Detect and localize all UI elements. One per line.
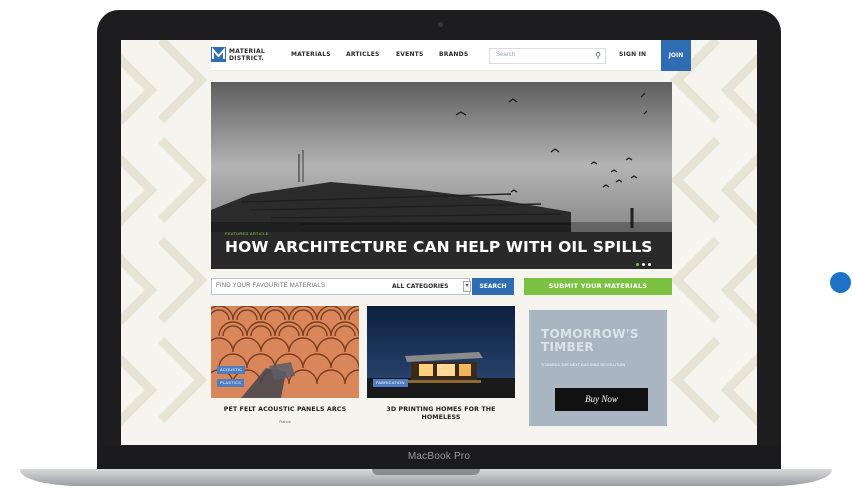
ad-title: TOMORROW'S TIMBER [541,328,639,353]
nav-link-materials[interactable]: MATERIALS [291,51,331,58]
join-button[interactable]: JOIN [661,40,691,71]
tomorrows-timber-ad[interactable]: TOMORROW'S TIMBER TOWARDS THE NEXT BUILD… [529,310,667,426]
submit-materials-button[interactable]: SUBMIT YOUR MATERIALS [524,278,672,295]
camera-dot [438,22,443,27]
nav-link-articles[interactable]: ARTICLES [346,51,380,58]
carousel-dot-2[interactable] [642,263,645,266]
featured-article-label: FEATURED ARTICLE [225,231,269,236]
sign-in-link[interactable]: SIGN IN [619,51,646,58]
ad-subtitle: TOWARDS THE NEXT BUILDING REVOLUTION [541,363,626,367]
search-icon[interactable]: ⚲ [595,52,601,60]
search-placeholder: Search [496,52,516,58]
nav-link-events[interactable]: EVENTS [396,51,423,58]
article-card-3d-printing[interactable]: FABRICATION 3D PRINTING HOMES FOR THE HO… [367,306,515,422]
card-image-3d-printing[interactable]: FABRICATION [367,306,515,398]
card-tag[interactable]: FABRICATION [373,379,408,387]
carousel-indicators [636,253,654,269]
card-tag[interactable]: PLASTICS [217,379,244,387]
logo-mark-icon [211,47,226,62]
chevron-down-icon[interactable]: ▾ [463,281,471,292]
material-search-placeholder: FIND YOUR FAVOURITE MATERIALS [216,283,326,289]
laptop-screen: MATERIAL DISTRICT. MATERIALS ARTICLES EV… [121,40,757,445]
logo-text: MATERIAL DISTRICT. [229,48,265,62]
article-card-pet-felt[interactable]: ACOUSTIC PLASTICS PET FELT ACOUSTIC PANE… [211,306,359,424]
logo-line-1: MATERIAL [229,48,266,55]
card-title[interactable]: PET FELT ACOUSTIC PANELS ARCS [211,406,359,414]
top-navigation: MATERIAL DISTRICT. MATERIALS ARTICLES EV… [211,40,691,71]
site-logo[interactable]: MATERIAL DISTRICT. [211,47,281,65]
laptop-mockup: MATERIAL DISTRICT. MATERIALS ARTICLES EV… [0,0,852,494]
device-label: MacBook Pro [407,451,471,462]
right-pattern-decoration [670,40,757,427]
card-brand[interactable]: Rahos [211,419,359,424]
left-pattern-decoration [121,40,208,427]
material-search-field[interactable]: FIND YOUR FAVOURITE MATERIALS ALL CATEGO… [211,278,471,295]
ad-title-line-2: TIMBER [541,339,594,354]
logo-line-2: DISTRICT. [229,55,265,62]
category-select-value: ALL CATEGORIES [392,283,449,290]
card-image-pet-felt[interactable]: ACOUSTIC PLASTICS [211,306,359,398]
card-tag[interactable]: ACOUSTIC [217,366,246,374]
search-input[interactable]: Search ⚲ [489,48,606,64]
nav-link-brands[interactable]: BRANDS [439,51,468,58]
card-title[interactable]: 3D PRINTING HOMES FOR THE HOMELESS [367,406,515,422]
ad-title-line-1: TOMORROW'S [541,327,639,341]
card-title-line-1: 3D PRINTING HOMES FOR THE [386,406,496,413]
buy-now-button[interactable]: Buy Now [555,388,648,411]
featured-article-hero[interactable]: FEATURED ARTICLE HOW ARCHITECTURE CAN HE… [211,82,672,269]
hero-title[interactable]: HOW ARCHITECTURE CAN HELP WITH OIL SPILL… [225,238,653,256]
card-title-line-2: HOMELESS [421,414,461,421]
category-select[interactable]: ALL CATEGORIES ▾ [392,279,471,294]
blue-indicator-dot [830,272,851,293]
carousel-dot-3[interactable] [648,263,651,266]
card-title-line-1: PET FELT ACOUSTIC PANELS ARCS [223,406,347,413]
laptop-base-notch [372,469,480,475]
laptop-chin: MacBook Pro [97,445,781,472]
material-search-button[interactable]: SEARCH [472,278,514,295]
carousel-dot-1[interactable] [636,263,639,266]
